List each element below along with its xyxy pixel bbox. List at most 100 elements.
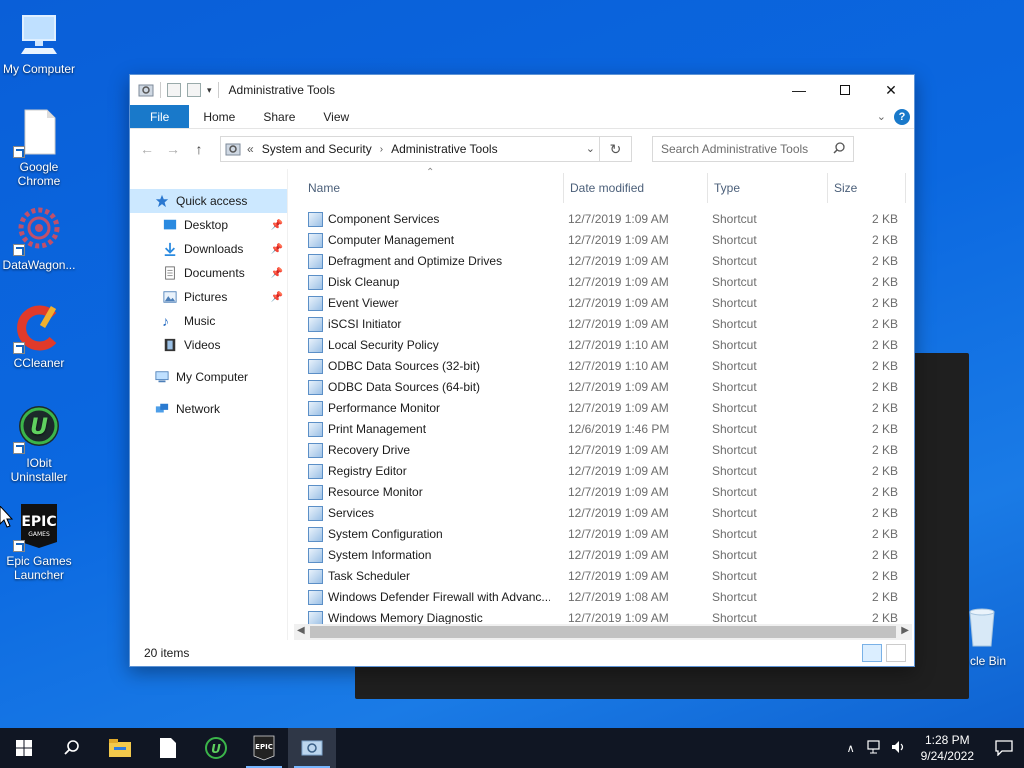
column-date-modified[interactable]: Date modified <box>564 173 708 203</box>
column-name[interactable]: Name <box>302 173 564 203</box>
table-row[interactable]: Component Services 12/7/2019 1:09 AM Short… <box>288 209 914 230</box>
pin-icon[interactable]: 📌 <box>271 244 283 255</box>
table-row[interactable]: Task Scheduler 12/7/2019 1:09 AM Shortcut 2… <box>288 566 914 587</box>
table-row[interactable]: Registry Editor 12/7/2019 1:09 AM Shortcut… <box>288 461 914 482</box>
title-bar[interactable]: ▾ Administrative Tools — ✕ <box>130 75 914 105</box>
nav-item-pictures[interactable]: Pictures 📌 <box>130 285 287 309</box>
horizontal-scrollbar[interactable]: ◀ ▶ <box>294 624 912 640</box>
column-size[interactable]: Size <box>828 173 906 203</box>
properties-icon[interactable] <box>167 83 181 97</box>
table-row[interactable]: System Information 12/7/2019 1:09 AM Short… <box>288 545 914 566</box>
explorer-window[interactable]: ▾ Administrative Tools — ✕ File Home Sha… <box>129 74 915 667</box>
table-row[interactable]: Event Viewer 12/7/2019 1:09 AM Shortcut 2 K… <box>288 293 914 314</box>
refresh-button[interactable]: ↻ <box>599 137 631 161</box>
table-row[interactable]: Recovery Drive 12/7/2019 1:09 AM Shortcut 2… <box>288 440 914 461</box>
start-button[interactable] <box>0 728 48 768</box>
back-button[interactable]: ← <box>136 138 158 160</box>
taskbar-notepad[interactable] <box>144 728 192 768</box>
volume-icon[interactable] <box>887 740 911 757</box>
tab-home[interactable]: Home <box>189 105 249 128</box>
nav-item-documents[interactable]: Documents 📌 <box>130 261 287 285</box>
nav-item-videos[interactable]: Videos <box>130 333 287 357</box>
shortcut-icon <box>308 443 323 458</box>
nav-item-network[interactable]: Network <box>130 397 287 421</box>
file-name: Computer Management <box>328 233 455 247</box>
table-row[interactable]: Disk Cleanup 12/7/2019 1:09 AM Shortcut 2 K… <box>288 272 914 293</box>
breadcrumb-system-security[interactable]: System and Security <box>262 142 372 156</box>
file-size: 2 KB <box>871 485 898 499</box>
file-size: 2 KB <box>871 590 898 604</box>
file-type: Shortcut <box>712 254 757 268</box>
clock-date: 9/24/2022 <box>920 749 974 763</box>
nav-item-downloads[interactable]: Downloads 📌 <box>130 237 287 261</box>
scrollbar-thumb[interactable] <box>310 626 896 638</box>
pin-icon[interactable]: 📌 <box>271 220 283 231</box>
chevron-down-icon[interactable]: ⌄ <box>586 142 595 155</box>
scroll-right-icon[interactable]: ▶ <box>901 625 909 636</box>
shortcut-icon <box>308 569 323 584</box>
up-button[interactable]: ↑ <box>188 138 210 160</box>
tab-file[interactable]: File <box>130 105 190 128</box>
file-name: Recovery Drive <box>328 443 411 457</box>
desktop-icon-ccleaner[interactable]: CCleaner <box>0 304 78 370</box>
tab-share[interactable]: Share <box>249 105 309 128</box>
table-row[interactable]: Resource Monitor 12/7/2019 1:09 AM Shortcu… <box>288 482 914 503</box>
desktop-icon-datawagon[interactable]: DataWagon... <box>0 206 78 272</box>
notification-center-button[interactable] <box>984 740 1024 756</box>
desktop-icon-iobit-uninstaller[interactable]: U IObit Uninstaller <box>0 404 78 484</box>
expand-ribbon-icon[interactable]: ⌄ <box>877 110 886 123</box>
pin-icon[interactable]: 📌 <box>271 268 283 279</box>
breadcrumb-overflow[interactable]: « <box>247 142 254 156</box>
search-button[interactable] <box>48 728 96 768</box>
breadcrumb-admin-tools[interactable]: Administrative Tools <box>391 142 498 156</box>
large-icons-view-icon[interactable] <box>886 644 906 662</box>
table-row[interactable]: Local Security Policy 12/7/2019 1:10 AM Sh… <box>288 335 914 356</box>
table-row[interactable]: Services 12/7/2019 1:09 AM Shortcut 2 KB <box>288 503 914 524</box>
table-row[interactable]: Performance Monitor 12/7/2019 1:09 AM Shor… <box>288 398 914 419</box>
forward-button[interactable]: → <box>162 138 184 160</box>
desktop-icon-google-chrome[interactable]: Google Chrome <box>0 108 78 188</box>
close-button[interactable]: ✕ <box>868 75 914 105</box>
file-size: 2 KB <box>871 506 898 520</box>
table-row[interactable]: Print Management 12/6/2019 1:46 PM Shortcu… <box>288 419 914 440</box>
chevron-right-icon[interactable]: › <box>380 144 383 155</box>
shortcut-arrow-icon <box>13 244 25 256</box>
nav-item-desktop[interactable]: Desktop 📌 <box>130 213 287 237</box>
search-icon <box>64 740 79 755</box>
taskbar-administrative-tools[interactable] <box>288 728 336 768</box>
customize-toolbar-icon[interactable]: ▾ <box>207 85 212 96</box>
minimize-button[interactable]: — <box>776 75 822 105</box>
table-row[interactable]: Defragment and Optimize Drives 12/7/2019 … <box>288 251 914 272</box>
taskbar-iobit-uninstaller[interactable]: U <box>192 728 240 768</box>
taskbar-file-explorer[interactable] <box>96 728 144 768</box>
nav-item-my-computer[interactable]: My Computer <box>130 365 287 389</box>
mouse-cursor-icon <box>0 506 14 528</box>
table-row[interactable]: iSCSI Initiator 12/7/2019 1:09 AM Shortcut… <box>288 314 914 335</box>
table-row[interactable]: ODBC Data Sources (64-bit) 12/7/2019 1:09… <box>288 377 914 398</box>
file-type: Shortcut <box>712 485 757 499</box>
new-folder-icon[interactable] <box>187 83 201 97</box>
pin-icon[interactable]: 📌 <box>271 292 283 303</box>
file-size: 2 KB <box>871 212 898 226</box>
nav-item-quick-access[interactable]: Quick access <box>130 189 287 213</box>
tab-view[interactable]: View <box>309 105 363 128</box>
address-bar[interactable]: « System and Security › Administrative T… <box>220 136 632 162</box>
monitor-icon <box>15 10 63 58</box>
search-input[interactable]: Search Administrative Tools <box>652 136 854 162</box>
scroll-left-icon[interactable]: ◀ <box>297 625 305 636</box>
nav-item-music[interactable]: ♪ Music <box>130 309 287 333</box>
network-icon[interactable] <box>863 739 887 757</box>
table-row[interactable]: Computer Management 12/7/2019 1:09 AM Shor… <box>288 230 914 251</box>
table-row[interactable]: Windows Defender Firewall with Advanc...… <box>288 587 914 608</box>
clock[interactable]: 1:28 PM 9/24/2022 <box>911 732 984 764</box>
table-row[interactable]: ODBC Data Sources (32-bit) 12/7/2019 1:10… <box>288 356 914 377</box>
desktop-icon-my-computer[interactable]: My Computer <box>0 10 78 76</box>
chevron-up-icon[interactable]: ∧ <box>839 742 863 755</box>
maximize-button[interactable] <box>822 75 868 105</box>
table-row[interactable]: System Configuration 12/7/2019 1:09 AM Sho… <box>288 524 914 545</box>
shortcut-icon <box>308 317 323 332</box>
taskbar-epic-games[interactable]: EPIC <box>240 728 288 768</box>
details-view-icon[interactable] <box>862 644 882 662</box>
help-icon[interactable]: ? <box>894 108 910 125</box>
column-type[interactable]: Type <box>708 173 828 203</box>
